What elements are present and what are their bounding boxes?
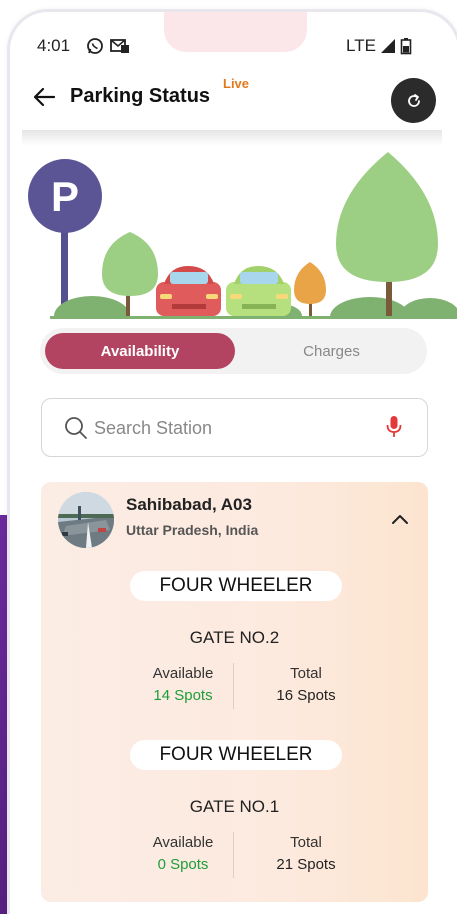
whatsapp-icon xyxy=(87,38,103,54)
refresh-icon xyxy=(407,93,420,107)
total-value: 16 Spots xyxy=(276,687,336,704)
available-value: 14 Spots xyxy=(153,687,213,704)
available-label: Available xyxy=(152,665,214,682)
status-time: 4:01 xyxy=(37,36,71,55)
vehicle-type-pill: FOUR WHEELER xyxy=(130,571,342,601)
gate-label: GATE NO.2 xyxy=(189,628,280,647)
phone-screen: 4:01 LTE Parking Status Live P Availabil… xyxy=(10,12,457,914)
microphone-icon[interactable] xyxy=(385,414,403,440)
search-icon xyxy=(65,417,87,439)
total-label: Total xyxy=(290,834,322,851)
vehicle-type-pill: FOUR WHEELER xyxy=(130,740,342,770)
total-label: Total xyxy=(290,665,322,682)
gate-label: GATE NO.1 xyxy=(189,797,280,816)
availability-charges-toggle: Availability Charges xyxy=(40,328,427,374)
live-badge: Live xyxy=(223,76,250,91)
status-notification-icons xyxy=(86,37,130,55)
station-avatar xyxy=(58,492,114,548)
back-arrow-icon[interactable] xyxy=(32,84,58,110)
station-name: Sahibabad, A03 xyxy=(126,495,252,514)
parking-sign-letter: P xyxy=(51,173,79,220)
parking-illustration: P xyxy=(28,152,457,319)
signal-icon xyxy=(380,39,395,53)
chevron-up-icon[interactable] xyxy=(390,512,410,526)
app-header: Parking Status Live xyxy=(10,72,457,130)
message-icon xyxy=(110,39,129,53)
station-card[interactable]: Sahibabad, A03 Uttar Pradesh, India FOUR… xyxy=(41,482,428,902)
available-label: Available xyxy=(152,834,214,851)
station-region: Uttar Pradesh, India xyxy=(126,522,259,538)
battery-icon xyxy=(400,38,412,55)
stat-divider xyxy=(233,663,234,709)
available-value: 0 Spots xyxy=(157,856,209,873)
tab-charges[interactable]: Charges xyxy=(240,333,423,369)
search-input[interactable] xyxy=(94,414,364,442)
tab-availability[interactable]: Availability xyxy=(45,333,235,369)
search-box xyxy=(41,398,428,457)
page-title: Parking Status xyxy=(70,85,211,107)
status-bar: 4:01 LTE xyxy=(10,36,457,60)
total-value: 21 Spots xyxy=(276,856,336,873)
status-right-group: LTE xyxy=(346,36,412,56)
refresh-button[interactable] xyxy=(391,78,436,123)
stat-divider xyxy=(233,832,234,878)
network-label: LTE xyxy=(346,36,376,55)
